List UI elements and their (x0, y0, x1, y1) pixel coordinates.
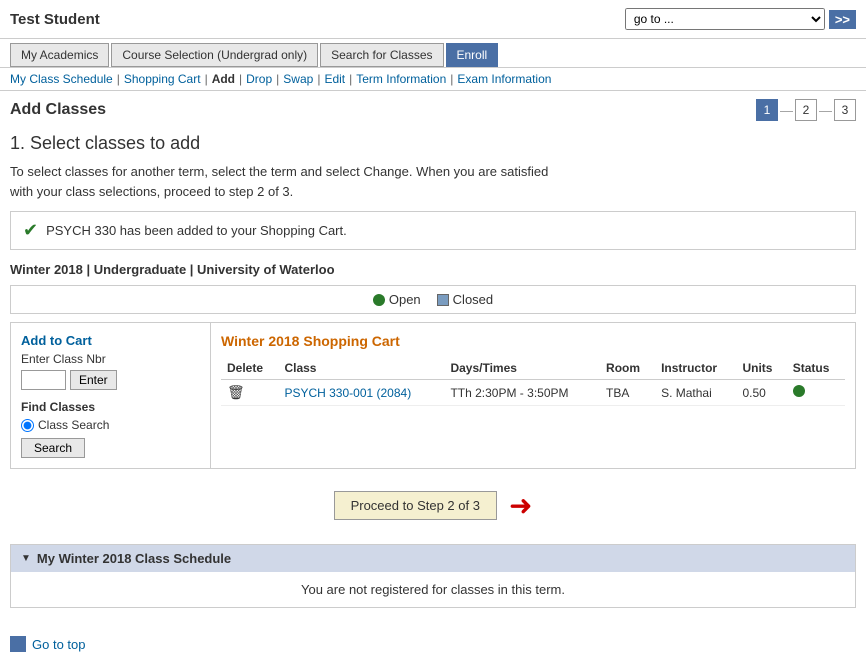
cell-class: PSYCH 330-001 (2084) (278, 380, 444, 406)
add-to-cart-panel: Add to Cart Enter Class Nbr Enter Find C… (11, 323, 211, 468)
step-2: 2 (795, 99, 817, 121)
cell-units: 0.50 (736, 380, 786, 406)
sub-nav: My Class Schedule | Shopping Cart | Add … (0, 68, 866, 91)
class-search-radio-row: Class Search (21, 418, 200, 432)
goto-select[interactable]: go to ... (625, 8, 825, 30)
closed-label: Closed (453, 292, 493, 307)
subnav-term-information[interactable]: Term Information (356, 72, 446, 86)
nav-tabs: My Academics Course Selection (Undergrad… (0, 39, 866, 68)
enter-class-nbr-label: Enter Class Nbr (21, 352, 200, 366)
schedule-empty-message: You are not registered for classes in th… (301, 582, 565, 597)
tab-course-selection[interactable]: Course Selection (Undergrad only) (111, 43, 318, 67)
closed-dot-icon (437, 294, 449, 306)
goto-container: go to ... >> (625, 8, 856, 30)
col-class: Class (278, 357, 444, 380)
cell-delete: 🗑 (221, 380, 278, 406)
checkmark-icon: ✔ (23, 220, 38, 241)
legend-open: Open (373, 292, 421, 307)
col-delete: Delete (221, 357, 278, 380)
class-nbr-input[interactable] (21, 370, 66, 390)
description-text: To select classes for another term, sele… (10, 162, 856, 201)
table-row: 🗑 PSYCH 330-001 (2084) TTh 2:30PM - 3:50… (221, 380, 845, 406)
col-status: Status (787, 357, 845, 380)
main-content: 1. Select classes to add To select class… (0, 125, 866, 628)
cell-status (787, 380, 845, 406)
proceed-area: Proceed to Step 2 of 3 ➜ (10, 481, 856, 530)
col-room: Room (600, 357, 655, 380)
collapse-triangle-icon: ▼ (21, 553, 31, 564)
tab-my-academics[interactable]: My Academics (10, 43, 109, 67)
class-nbr-row: Enter (21, 370, 200, 390)
add-to-cart-title: Add to Cart (21, 333, 200, 348)
class-link[interactable]: PSYCH 330-001 (2084) (284, 386, 411, 400)
find-classes-label: Find Classes (21, 400, 200, 414)
goto-button[interactable]: >> (829, 10, 856, 29)
subnav-my-class-schedule[interactable]: My Class Schedule (10, 72, 113, 86)
subnav-edit[interactable]: Edit (324, 72, 345, 86)
class-search-radio[interactable] (21, 419, 34, 432)
header: Test Student go to ... >> (0, 0, 866, 39)
delete-icon[interactable]: 🗑 (227, 384, 245, 400)
legend-closed: Closed (437, 292, 493, 307)
search-button[interactable]: Search (21, 438, 85, 458)
cart-table-container: Winter 2018 Shopping Cart Delete Class D… (211, 323, 855, 468)
page-header: Add Classes 1 — 2 — 3 (0, 91, 866, 125)
success-text: PSYCH 330 has been added to your Shoppin… (46, 223, 347, 238)
subnav-add: Add (212, 72, 235, 86)
go-to-top-link[interactable]: Go to top (32, 637, 85, 652)
subnav-swap[interactable]: Swap (283, 72, 313, 86)
tab-search-classes[interactable]: Search for Classes (320, 43, 443, 67)
cell-instructor: S. Mathai (655, 380, 736, 406)
schedule-header[interactable]: ▼ My Winter 2018 Class Schedule (11, 545, 855, 572)
page-student-name: Test Student (10, 11, 100, 28)
col-instructor: Instructor (655, 357, 736, 380)
enter-button[interactable]: Enter (70, 370, 117, 390)
cell-days-times: TTh 2:30PM - 3:50PM (444, 380, 600, 406)
section-title: 1. Select classes to add (10, 133, 856, 154)
page-title: Add Classes (10, 101, 106, 119)
go-to-top-icon (10, 636, 26, 652)
tab-enroll[interactable]: Enroll (446, 43, 499, 67)
open-dot-icon (373, 294, 385, 306)
col-days-times: Days/Times (444, 357, 600, 380)
schedule-section: ▼ My Winter 2018 Class Schedule You are … (10, 544, 856, 608)
status-legend: Open Closed (10, 285, 856, 314)
cart-layout: Add to Cart Enter Class Nbr Enter Find C… (11, 323, 855, 468)
schedule-body: You are not registered for classes in th… (11, 572, 855, 607)
subnav-drop[interactable]: Drop (246, 72, 272, 86)
subnav-exam-information[interactable]: Exam Information (457, 72, 551, 86)
term-info: Winter 2018 | Undergraduate | University… (10, 262, 856, 277)
status-open-icon (793, 385, 805, 397)
step-1: 1 (756, 99, 778, 121)
cart-title: Winter 2018 Shopping Cart (221, 333, 845, 349)
col-units: Units (736, 357, 786, 380)
cell-room: TBA (600, 380, 655, 406)
schedule-title: My Winter 2018 Class Schedule (37, 551, 231, 566)
step-3: 3 (834, 99, 856, 121)
class-search-label: Class Search (38, 418, 109, 432)
cart-table: Delete Class Days/Times Room Instructor … (221, 357, 845, 406)
footer: Go to top (0, 628, 866, 660)
open-label: Open (389, 292, 421, 307)
subnav-shopping-cart[interactable]: Shopping Cart (124, 72, 201, 86)
arrow-right-icon: ➜ (509, 489, 532, 522)
cart-section: Add to Cart Enter Class Nbr Enter Find C… (10, 322, 856, 469)
success-message: ✔ PSYCH 330 has been added to your Shopp… (10, 211, 856, 250)
proceed-button[interactable]: Proceed to Step 2 of 3 (334, 491, 497, 520)
steps-indicator: 1 — 2 — 3 (756, 99, 856, 121)
